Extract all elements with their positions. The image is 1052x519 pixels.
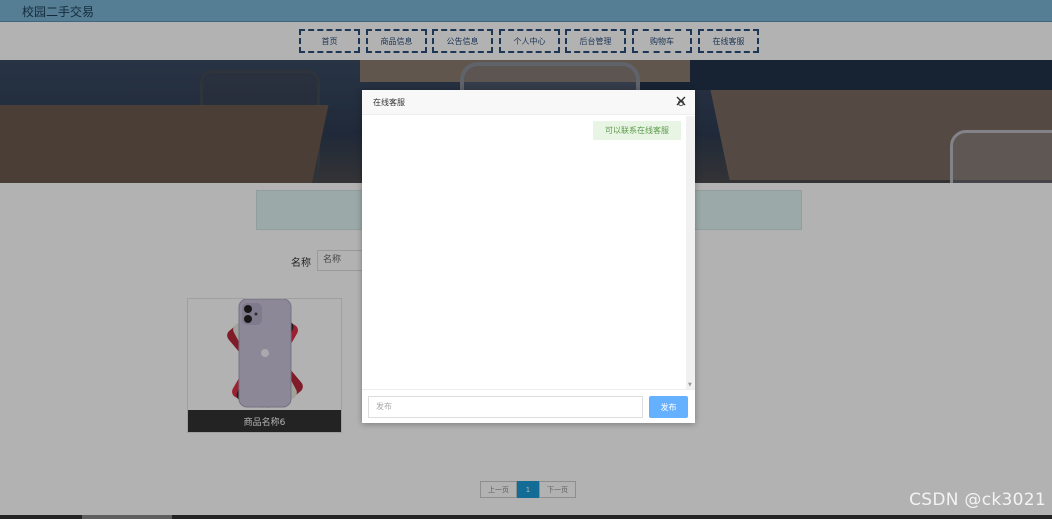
chat-messages[interactable]: 可以联系在线客服 ▼ (362, 116, 695, 389)
close-icon[interactable] (674, 95, 688, 109)
message-input[interactable]: 发布 (368, 396, 643, 418)
chat-dialog: 在线客服 可以联系在线客服 ▼ 发布 发布 (362, 90, 695, 423)
chat-message: 可以联系在线客服 (593, 121, 681, 140)
dialog-header: 在线客服 (362, 90, 695, 115)
dialog-footer: 发布 发布 (362, 389, 695, 423)
chat-scrollbar[interactable]: ▼ (686, 116, 695, 389)
close-icon-glyph (676, 96, 686, 106)
watermark: CSDN @ck3021 (909, 490, 1046, 510)
dialog-title: 在线客服 (373, 98, 405, 107)
scroll-down-icon[interactable]: ▼ (688, 383, 693, 388)
send-button[interactable]: 发布 (649, 396, 688, 418)
